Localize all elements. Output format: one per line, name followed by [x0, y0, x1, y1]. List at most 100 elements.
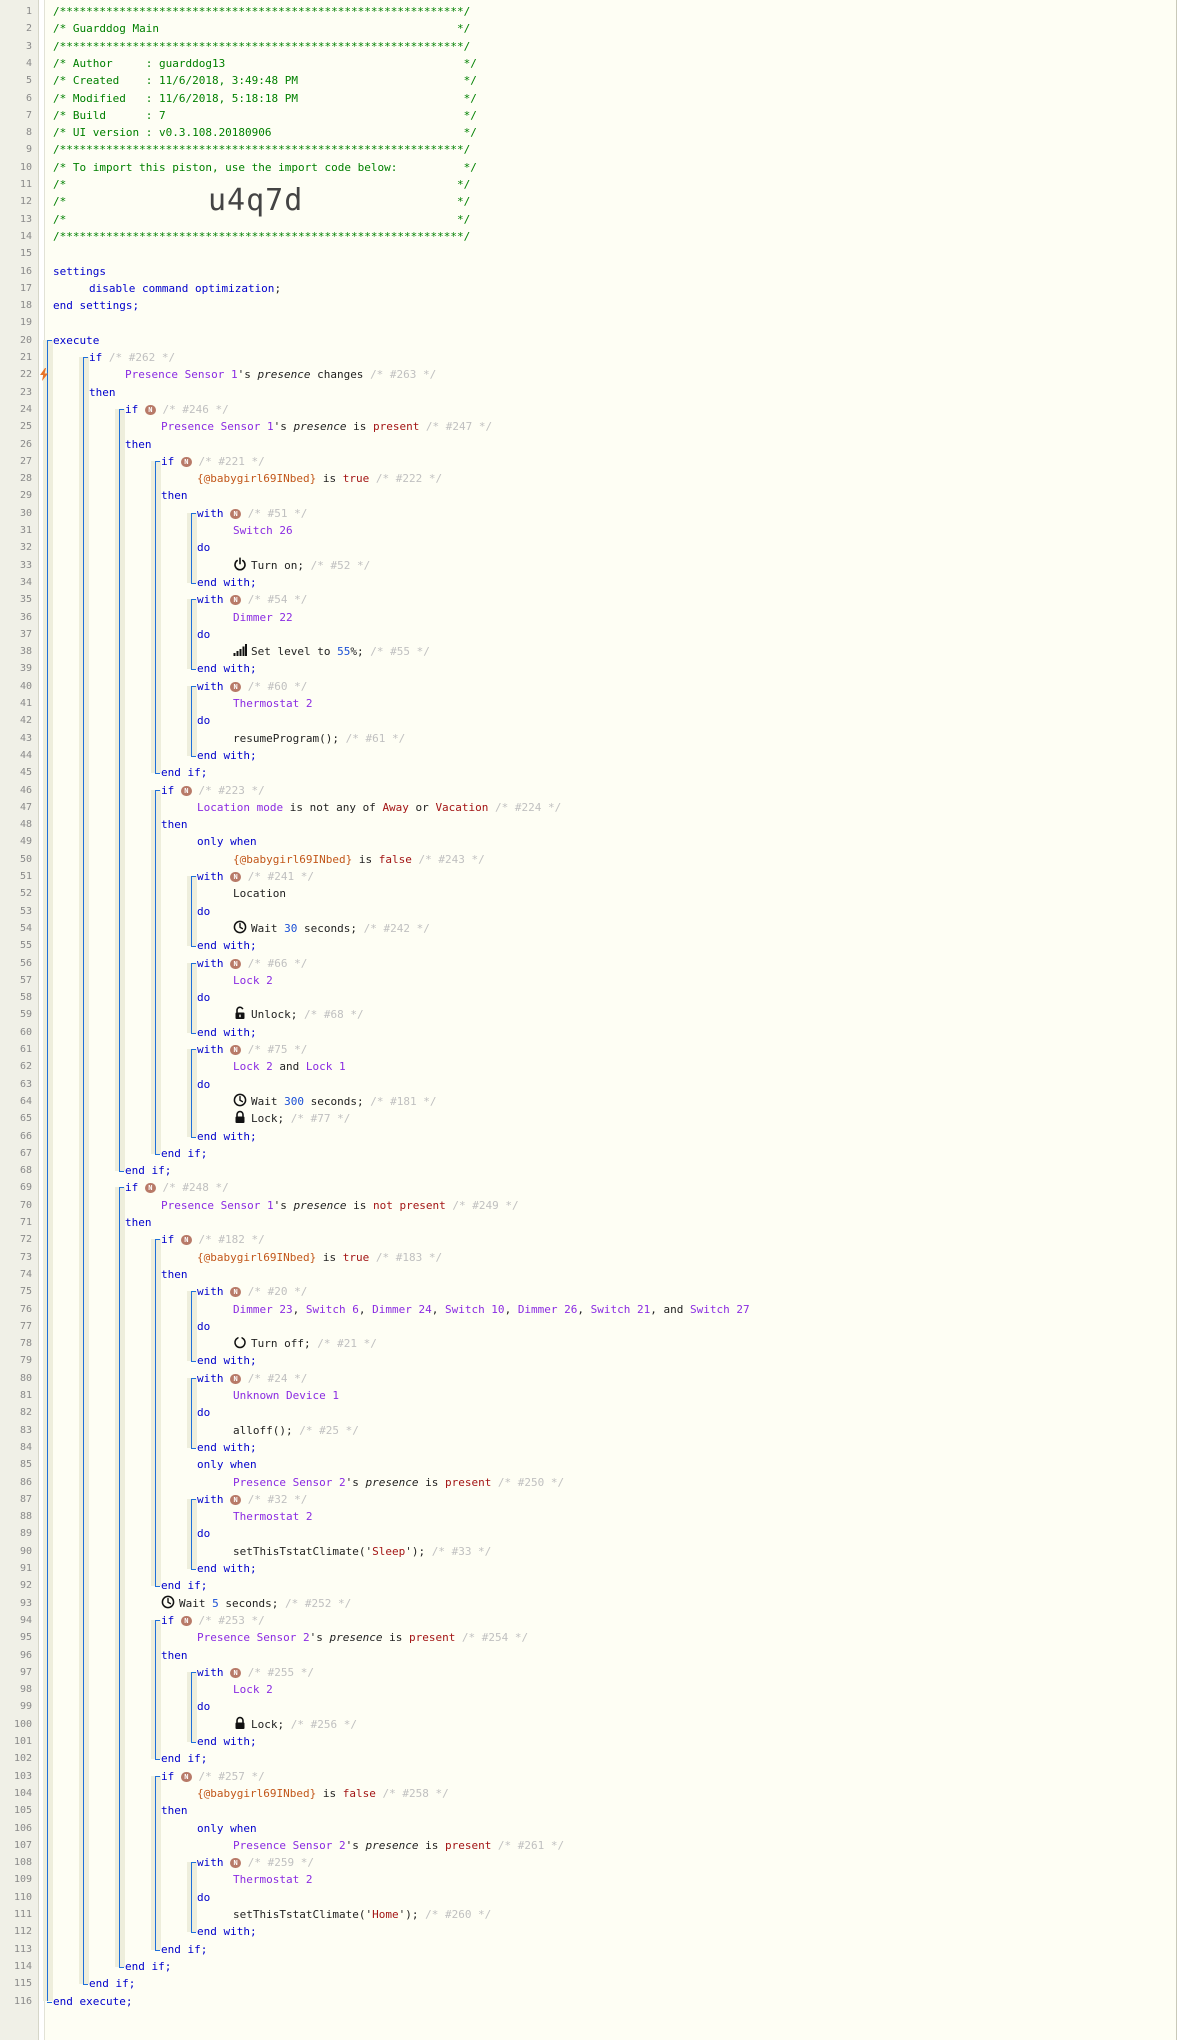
token-kw: with: [197, 1371, 231, 1385]
token-dev[interactable]: Presence Sensor 1: [161, 1199, 274, 1212]
token-dev[interactable]: Dimmer 23: [233, 1303, 293, 1316]
import-code: u4q7d: [208, 183, 304, 218]
token-dev[interactable]: Presence Sensor 2: [233, 1476, 346, 1489]
token-dev[interactable]: Switch 6: [306, 1303, 359, 1316]
token-dev[interactable]: Presence Sensor 1: [161, 420, 274, 433]
n-badge-icon[interactable]: N: [180, 1615, 192, 1626]
line-number: 101: [13, 1736, 32, 1747]
token-dev[interactable]: Location mode: [197, 801, 283, 814]
n-badge-icon[interactable]: N: [230, 1494, 242, 1505]
token-kw: do: [197, 991, 211, 1005]
token-dev[interactable]: Lock 2: [233, 1683, 273, 1696]
n-badge-icon[interactable]: N: [230, 872, 242, 882]
n-badge-icon[interactable]: N: [230, 1858, 242, 1869]
line-number: 54: [19, 922, 32, 934]
token-gray: /* #182 */: [191, 1233, 265, 1247]
code-text: end with;: [197, 1024, 257, 1041]
token-dev[interactable]: Lock 2: [233, 1060, 273, 1073]
token-dev[interactable]: Switch 27: [690, 1303, 750, 1316]
code-line: 46 if N /* #223 */: [0, 782, 1178, 799]
token-dev[interactable]: Presence Sensor 2: [197, 1631, 310, 1644]
token-kw: only when: [197, 1458, 257, 1472]
token-gray: /* #253 */: [191, 1613, 265, 1627]
n-badge-icon[interactable]: N: [230, 1667, 242, 1678]
code-text: if N /* #248 */: [125, 1179, 229, 1196]
line-number: 105: [13, 1805, 32, 1817]
code-text: then: [161, 1802, 188, 1819]
token-dev[interactable]: Dimmer 24: [372, 1303, 432, 1316]
n-badge-icon[interactable]: N: [230, 1287, 242, 1298]
line-number: 81: [19, 1390, 32, 1401]
code-text: /* Author : guarddog13 */: [53, 55, 477, 72]
token-dev[interactable]: Switch 26: [233, 524, 293, 537]
line-number: 88: [19, 1511, 32, 1523]
token-dev[interactable]: Thermostat 2: [233, 697, 312, 710]
token-gray: /* #249 */: [445, 1198, 519, 1212]
code-line: 74 then: [0, 1266, 1178, 1283]
code-text: do: [197, 626, 210, 643]
n-badge-icon[interactable]: N: [230, 595, 242, 606]
line-number: 71: [19, 1217, 32, 1228]
code-line: 2 /* Guarddog Main */: [0, 20, 1178, 37]
code-text: Unlock; /* #68 */: [233, 1006, 364, 1023]
n-badge-icon[interactable]: N: [180, 785, 192, 796]
code-line: 88 Thermostat 2: [0, 1508, 1178, 1525]
code-text: then: [161, 1266, 188, 1283]
token-kw: end with;: [197, 1440, 257, 1454]
token-dev[interactable]: Dimmer 22: [233, 611, 293, 624]
token-dev[interactable]: Dimmer 26: [518, 1303, 578, 1316]
n-badge-icon[interactable]: N: [180, 456, 192, 467]
code-text: Presence Sensor 1's presence changes /* …: [125, 366, 436, 383]
code-text: with N /* #20 */: [197, 1283, 307, 1300]
line-number: 30: [19, 507, 32, 519]
n-badge-icon[interactable]: N: [180, 1771, 192, 1782]
code-text: do: [197, 1698, 210, 1715]
n-badge-icon[interactable]: N: [230, 1045, 242, 1055]
token-dev[interactable]: Unknown Device 1: [233, 1389, 339, 1402]
n-badge-icon[interactable]: N: [230, 681, 242, 692]
token-dev[interactable]: Switch 10: [445, 1303, 505, 1316]
line-number: 4: [25, 57, 32, 69]
code-text: setThisTstatClimate('Sleep'); /* #33 */: [233, 1543, 491, 1560]
token-gray: /* #247 */: [419, 420, 493, 434]
lock-icon: [233, 1110, 247, 1124]
n-badge-icon[interactable]: N: [230, 508, 242, 519]
code-line: 96 then: [0, 1647, 1178, 1664]
code-line: 16 settings: [0, 263, 1178, 280]
line-number: 56: [19, 957, 32, 969]
n-badge-icon[interactable]: N: [180, 1235, 192, 1246]
token-comment: /* Build : 7 */: [53, 108, 477, 122]
token-gray: /* #54 */: [241, 593, 308, 607]
token-dev[interactable]: Lock 2: [233, 974, 273, 987]
code-text: end with;: [197, 937, 257, 954]
token-val: not present: [372, 1198, 446, 1212]
token-kw: with: [197, 506, 231, 520]
line-number: 1: [25, 6, 32, 17]
token-dev[interactable]: Thermostat 2: [233, 1510, 312, 1523]
token-dev[interactable]: Thermostat 2: [233, 1873, 312, 1886]
token-dev[interactable]: Presence Sensor 2: [233, 1839, 346, 1852]
code-line: 84 end with;: [0, 1439, 1178, 1456]
token-dev[interactable]: Lock 1: [306, 1060, 346, 1073]
n-badge-icon[interactable]: N: [230, 958, 242, 969]
token-gray: /* #260 */: [425, 1908, 492, 1921]
token-dev[interactable]: Presence Sensor 1: [125, 368, 238, 381]
line-number: 16: [19, 265, 32, 277]
code-line: 55 end with;: [0, 937, 1178, 954]
code-text: with N /* #255 */: [197, 1664, 314, 1681]
n-badge-icon[interactable]: N: [230, 1373, 242, 1384]
token-gray: /* #243 */: [411, 852, 485, 866]
token-dev[interactable]: Switch 21: [591, 1303, 651, 1316]
code-line: 37 do: [0, 626, 1178, 643]
token-comment: /* Author : guarddog13 */: [53, 56, 477, 70]
code-text: end with;: [197, 747, 257, 764]
code-text: Unknown Device 1: [233, 1387, 339, 1404]
code-text: end if;: [161, 1750, 207, 1767]
token-kw: only when: [197, 835, 257, 849]
code-line: 98 Lock 2: [0, 1681, 1178, 1698]
token-kw: end if;: [125, 1959, 172, 1973]
code-text: Switch 26: [233, 522, 293, 539]
lightning-bolt-icon: [39, 368, 49, 382]
n-badge-icon[interactable]: N: [144, 1183, 156, 1194]
n-badge-icon[interactable]: N: [144, 404, 156, 415]
